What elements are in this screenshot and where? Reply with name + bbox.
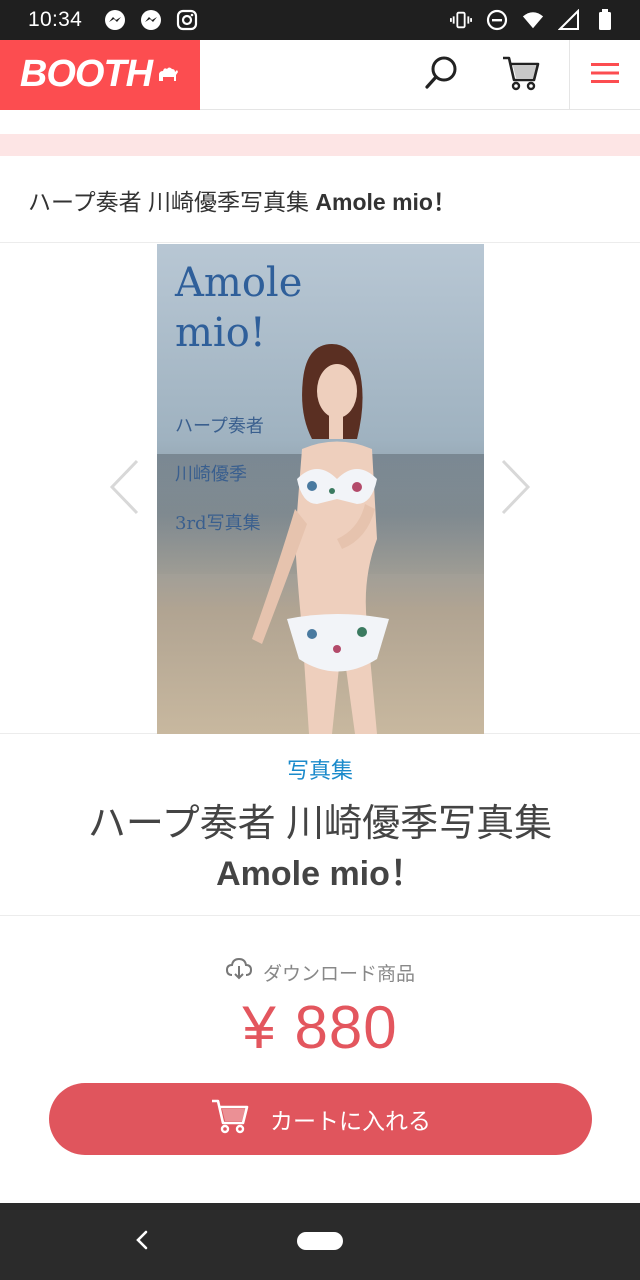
cloud-download-icon xyxy=(225,957,253,987)
add-to-cart-button[interactable]: カートに入れる xyxy=(49,1083,592,1155)
chevron-right-icon xyxy=(499,459,533,519)
do-not-disturb-icon xyxy=(486,9,508,31)
product-price: ¥ 880 xyxy=(242,994,398,1061)
product-cover-image[interactable]: Amole mio! ハープ奏者 川崎優季 3rd写真集 xyxy=(157,244,484,734)
site-header: BOOTH xyxy=(0,39,640,110)
product-gallery: Amole mio! ハープ奏者 川崎優季 3rd写真集 xyxy=(0,244,640,734)
purchase-section: ダウンロード商品 ¥ 880 カートに入れる xyxy=(0,917,640,1202)
camel-icon xyxy=(156,61,180,89)
status-bar: 10:34 xyxy=(0,0,640,40)
system-navigation-bar xyxy=(0,1203,640,1280)
booth-logo[interactable]: BOOTH xyxy=(0,39,200,110)
messenger-icon xyxy=(104,9,126,31)
back-icon xyxy=(134,1229,150,1255)
cart-icon xyxy=(210,1097,250,1141)
download-product-label: ダウンロード商品 xyxy=(0,957,640,987)
chevron-left-icon xyxy=(107,459,141,519)
home-pill-button[interactable] xyxy=(297,1232,343,1250)
search-icon xyxy=(422,54,460,96)
status-time: 10:34 xyxy=(28,8,83,31)
signal-icon xyxy=(558,9,580,31)
logo-text: BOOTH xyxy=(19,53,153,95)
product-title: ハープ奏者 川崎優季写真集 Amole mio！ xyxy=(0,799,640,899)
search-button[interactable] xyxy=(410,40,472,110)
vibrate-icon xyxy=(450,9,472,31)
cover-model-figure xyxy=(252,344,389,734)
breadcrumb-title-en: Amole mio！ xyxy=(315,188,456,215)
product-category-link[interactable]: 写真集 xyxy=(0,753,640,785)
product-title-jp: ハープ奏者 川崎優季写真集 xyxy=(87,803,553,845)
product-info: 写真集 ハープ奏者 川崎優季写真集 Amole mio！ xyxy=(0,735,640,916)
notice-strip xyxy=(0,134,640,156)
gallery-next-button[interactable] xyxy=(496,459,536,519)
product-title-en: Amole mio！ xyxy=(216,855,424,893)
menu-icon xyxy=(589,60,621,90)
download-label-text: ダウンロード商品 xyxy=(262,963,415,985)
gallery-prev-button[interactable] xyxy=(104,459,144,519)
add-to-cart-label: カートに入れる xyxy=(270,1108,431,1134)
battery-icon xyxy=(594,9,616,31)
cart-button[interactable] xyxy=(490,40,552,110)
messenger-icon xyxy=(140,9,162,31)
breadcrumb-title-jp: ハープ奏者 川崎優季写真集 xyxy=(28,188,316,215)
cover-title-line1: Amole xyxy=(175,260,303,306)
instagram-icon xyxy=(176,9,198,31)
wifi-icon xyxy=(522,9,544,31)
back-button[interactable] xyxy=(122,1225,162,1259)
menu-button[interactable] xyxy=(569,40,640,110)
page-breadcrumb-title: ハープ奏者 川崎優季写真集 Amole mio！ xyxy=(0,157,640,243)
cart-icon xyxy=(501,54,541,96)
